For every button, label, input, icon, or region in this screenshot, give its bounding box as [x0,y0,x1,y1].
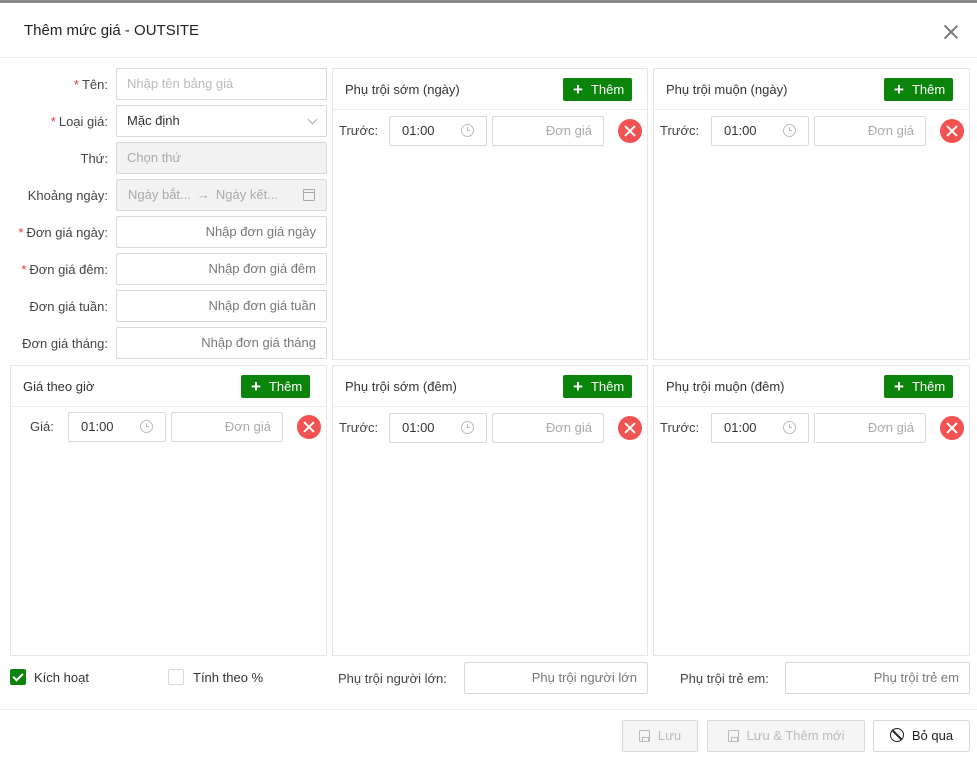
price-type-label: * Loại giá: [50,114,108,129]
child-surcharge-input[interactable]: Phụ trội trẻ em [785,662,970,694]
save-button[interactable]: Lưu [622,720,698,752]
day-price-label: * Đơn giá ngày: [18,225,108,240]
time-picker[interactable]: 01:00 [711,413,809,443]
panel-title: Phụ trội sớm (đêm) [345,379,457,394]
add-button[interactable]: + Thêm [563,78,633,101]
month-price-input[interactable]: Nhập đơn giá tháng [116,327,327,359]
name-input[interactable]: Nhập tên bảng giá [116,68,327,100]
skip-button[interactable]: Bỏ qua [873,720,970,752]
unit-price-input[interactable]: Đơn giá [492,116,604,146]
panel-header: Phụ trội muộn (ngày) + Thêm [654,69,969,110]
active-label: Kích hoạt [34,670,89,685]
add-button[interactable]: + Thêm [563,375,633,398]
clock-icon [461,421,474,434]
night-price-label: * Đơn giá đêm: [21,262,108,277]
day-price-input[interactable]: Nhập đơn giá ngày [116,216,327,248]
percent-checkbox[interactable] [168,669,184,685]
plus-icon: + [573,80,583,99]
end-date-placeholder: Ngày kết... [215,187,279,202]
weekday-label: Thứ: [80,151,109,166]
night-price-input[interactable]: Nhập đơn giá đêm [116,253,327,285]
calendar-icon [303,189,315,201]
arrow-right-icon: → [196,187,210,202]
unit-price-input[interactable]: Đơn giá [492,413,604,443]
child-surcharge-label: Phụ trội trẻ em: [680,671,769,686]
adult-surcharge-label: Phụ trội người lớn: [338,671,447,686]
remove-row-icon[interactable] [940,119,964,143]
late-night-surcharge-panel: Phụ trội muộn (đêm) + Thêm Trước: 01:00 Đ… [653,365,970,656]
time-picker[interactable]: 01:00 [68,412,166,442]
footer-divider [0,709,977,710]
panel-title: Giá theo giờ [23,379,95,394]
late-day-surcharge-panel: Phụ trội muộn (ngày) + Thêm Trước: 01:00 … [653,68,970,360]
time-picker[interactable]: 01:00 [711,116,809,146]
clock-icon [461,124,474,137]
panel-header: Phụ trội sớm (đêm) + Thêm [333,366,647,407]
clock-icon [783,421,796,434]
early-day-surcharge-panel: Phụ trội sớm (ngày) + Thêm Trước: 01:00 Đ… [332,68,648,360]
panel-title: Phụ trội sớm (ngày) [345,82,460,97]
dialog-title: Thêm mức giá - OUTSITE [24,22,200,39]
week-price-input[interactable]: Nhập đơn giá tuần [116,290,327,322]
month-price-label: Đơn giá tháng: [22,336,108,351]
price-type-select[interactable]: Mặc định [116,105,327,137]
remove-row-icon[interactable] [940,416,964,440]
weekday-select[interactable]: Chọn thứ [116,142,327,174]
panel-header: Phụ trội muộn (đêm) + Thêm [654,366,969,407]
panel-title: Phụ trội muộn (ngày) [666,82,788,97]
clock-icon [783,124,796,137]
plus-icon: + [573,377,583,396]
close-icon[interactable] [942,23,960,41]
save-icon [638,730,650,742]
dialog-header: Thêm mức giá - OUTSITE [0,3,977,58]
remove-row-icon[interactable] [618,416,642,440]
ban-icon [889,728,904,742]
before-label: Trước: [339,420,379,435]
before-label: Trước: [660,123,700,138]
start-date-placeholder: Ngày bắt... [128,187,191,202]
chevron-down-icon [307,114,318,125]
remove-row-icon[interactable] [297,415,321,439]
add-button[interactable]: + Thêm [884,78,954,101]
early-night-surcharge-panel: Phụ trội sớm (đêm) + Thêm Trước: 01:00 Đơ… [332,365,648,656]
active-checkbox[interactable] [10,669,26,685]
unit-price-input[interactable]: Đơn giá [814,116,926,146]
adult-surcharge-input[interactable]: Phụ trội người lớn [464,662,648,694]
time-picker[interactable]: 01:00 [389,116,487,146]
plus-icon: + [894,80,904,99]
name-label: * Tên: [73,77,108,92]
save-and-new-button[interactable]: Lưu & Thêm mới [707,720,865,752]
time-picker[interactable]: 01:00 [389,413,487,443]
week-price-label: Đơn giá tuần: [29,299,108,314]
unit-price-input[interactable]: Đơn giá [814,413,926,443]
price-label: Giá: [30,419,54,434]
plus-icon: + [894,377,904,396]
remove-row-icon[interactable] [618,119,642,143]
date-range-picker[interactable]: Ngày bắt... → Ngày kết... [116,179,327,211]
panel-header: Phụ trội sớm (ngày) + Thêm [333,69,647,110]
panel-title: Phụ trội muộn (đêm) [666,379,785,394]
hourly-price-panel: Giá theo giờ + Thêm Giá: 01:00 Đơn giá [10,365,327,656]
unit-price-input[interactable]: Đơn giá [171,412,283,442]
percent-label: Tính theo % [193,670,264,685]
clock-icon [140,420,153,433]
save-icon [727,730,739,742]
plus-icon: + [251,377,261,396]
add-button[interactable]: + Thêm [884,375,954,398]
date-range-label: Khoảng ngày: [27,188,108,203]
add-button[interactable]: + Thêm [241,375,311,398]
panel-header: Giá theo giờ + Thêm [11,366,326,407]
before-label: Trước: [339,123,379,138]
before-label: Trước: [660,420,700,435]
